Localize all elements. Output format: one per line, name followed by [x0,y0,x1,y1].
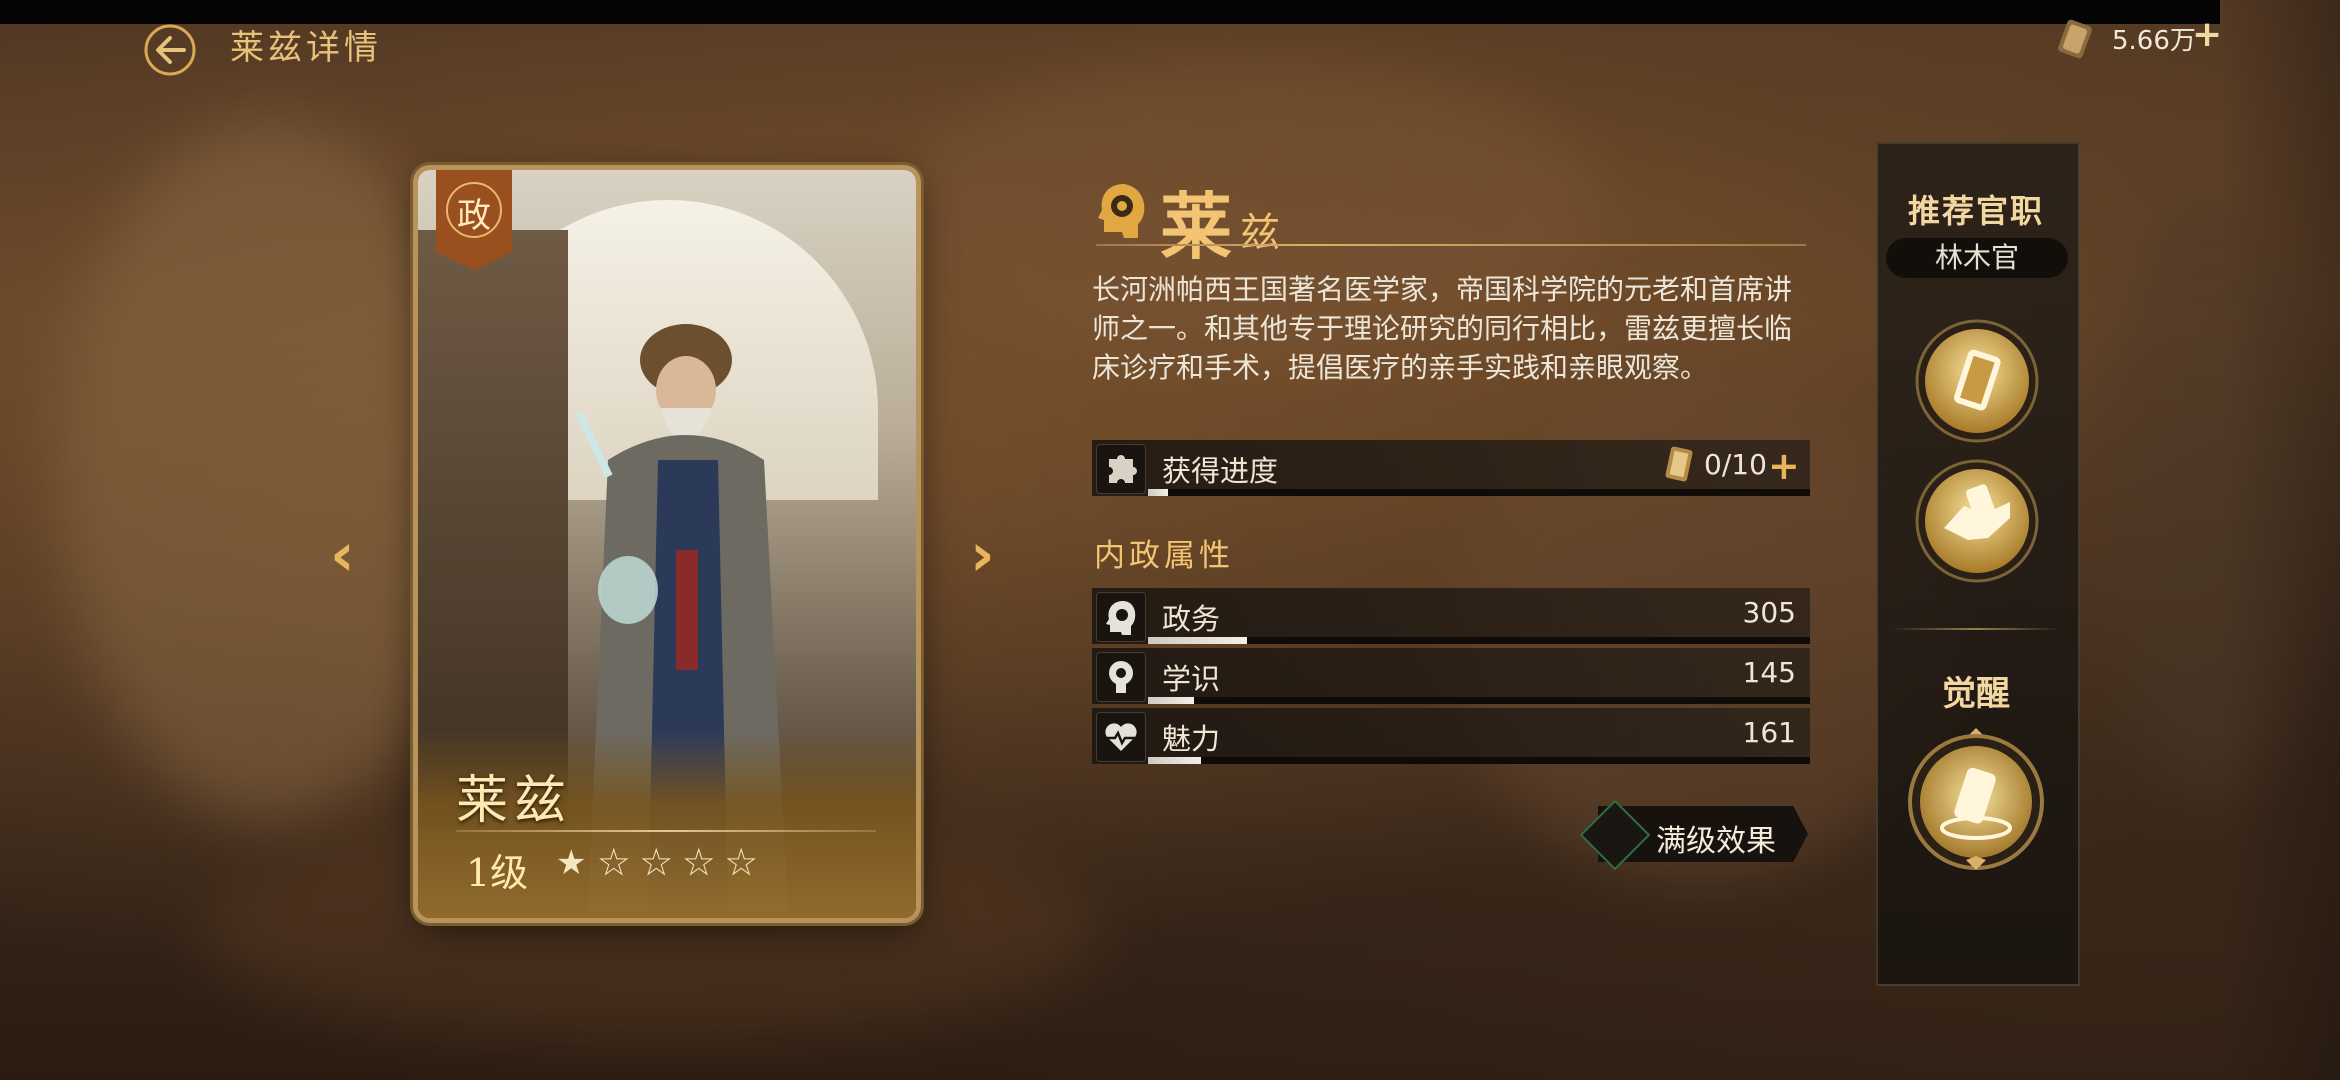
full-level-effect-label[interactable]: 满级效果 [1656,816,1776,860]
attribute-row: 政务 305 [1092,588,1810,644]
scroll-icon [1662,444,1696,486]
puzzle-piece-icon [1096,444,1146,494]
next-hero-arrow-icon[interactable]: › [970,520,995,590]
card-divider [456,830,876,832]
attribute-row: 魅力 161 [1092,708,1810,764]
progress-label: 获得进度 [1162,454,1279,488]
progress-value: 0/10 [1704,448,1767,481]
section-title: 内政属性 [1094,538,1234,574]
hero-description: 长河洲帕西王国著名医学家，帝国科学院的元老和首席讲师之一。和其他专于理论研究的同… [1092,273,1793,384]
scroll-icon [2052,16,2098,62]
scroll-medal-icon[interactable] [1914,318,2040,444]
attribute-fill [1148,757,1201,764]
progress-fill [1148,489,1168,496]
back-arrow-icon[interactable] [140,20,200,80]
post-name: 林木官 [1934,241,2019,274]
handshake-medal-icon[interactable] [1914,458,2040,584]
star-icon: ★ [640,843,672,883]
star-icon: ★ [725,843,757,883]
politics-head-icon [1094,180,1150,240]
attribute-track [1148,637,1810,644]
heart-pulse-icon [1096,712,1146,762]
attribute-label: 政务 [1162,602,1221,636]
brain-gear-icon [1096,592,1146,642]
star-icon: ★ [598,843,630,883]
panel-divider [1892,628,2060,630]
attribute-label: 魅力 [1162,722,1221,756]
right-edge-shade [2220,0,2340,1080]
attribute-row: 学识 145 [1092,648,1810,704]
awaken-title: 觉醒 [1942,674,2010,714]
attribute-fill [1148,697,1194,704]
title-underline [1096,244,1806,246]
lightbulb-brain-icon [1096,652,1146,702]
hero-name-main: 莱 [1160,184,1233,269]
star-icon: ★ [556,843,587,883]
type-badge-label: 政 [457,196,491,236]
card-hero-name: 莱兹 [456,771,573,831]
hero-card[interactable]: 政 莱兹 1级 ★ ★ ★ ★ ★ [418,170,916,918]
attribute-value: 145 [1742,656,1796,689]
attribute-value: 161 [1742,716,1796,749]
attribute-track [1148,697,1810,704]
progress-add-button[interactable]: + [1768,444,1800,488]
attribute-fill [1148,637,1247,644]
star-rating: ★ ★ ★ ★ ★ [556,843,757,883]
awaken-medal-icon[interactable] [1906,724,2046,874]
recommended-post-title: 推荐官职 [1907,192,2044,230]
attribute-value: 305 [1742,596,1796,629]
hero-name-sub: 兹 [1240,210,1280,256]
attribute-track [1148,757,1810,764]
resource-add-button[interactable]: + [2192,14,2222,55]
resource-value: 5.66万 [2112,26,2196,56]
acquisition-progress-row: 获得进度 0/10 + [1092,440,1810,496]
star-icon: ★ [683,843,715,883]
previous-hero-arrow-icon[interactable]: ‹ [330,520,355,590]
attribute-label: 学识 [1162,662,1221,696]
page-title: 莱兹详情 [230,28,382,68]
card-level: 1级 [466,851,529,895]
progress-track [1148,489,1810,496]
